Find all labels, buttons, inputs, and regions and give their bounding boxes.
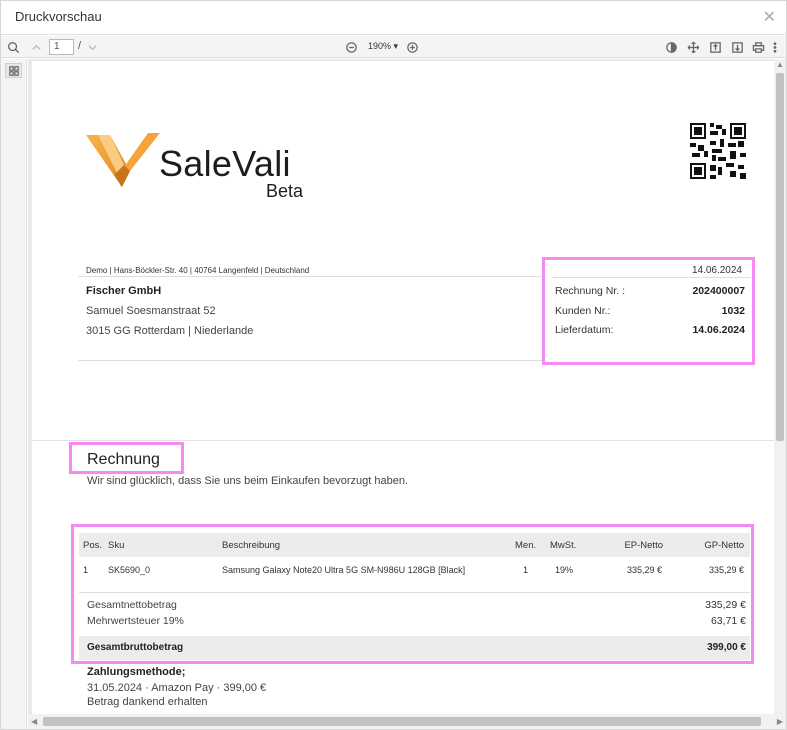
meta-row-invoice-number: Rechnung Nr. : 202400007: [555, 285, 745, 297]
export-upload-icon[interactable]: [708, 39, 722, 55]
recipient-name: Fischer GmbH: [86, 285, 162, 297]
net-total-label: Gesamtnettobetrag: [87, 599, 177, 611]
thumbnails-grid-icon[interactable]: [5, 63, 22, 78]
sender-line: Demo | Hans-Böckler-Str. 40 | 40764 Lang…: [86, 266, 310, 275]
column-header: GP-Netto: [704, 540, 744, 551]
invoice-date: 14.06.2024: [691, 265, 742, 276]
column-header: Men.: [515, 540, 537, 551]
dialog-title: Druckvorschau: [15, 9, 102, 24]
meta-row-delivery-date: Lieferdatum: 14.06.2024: [555, 324, 745, 336]
meta-label: Rechnung Nr. :: [555, 285, 626, 297]
page-number-input[interactable]: 1: [49, 39, 74, 55]
tax-row: Mehrwertsteuer 19% 63,71 €: [87, 615, 746, 627]
cell-position: 1: [83, 565, 89, 575]
download-icon[interactable]: [730, 39, 744, 55]
page-separator: /: [78, 40, 82, 52]
divider: [78, 360, 544, 361]
column-header: Pos.: [83, 540, 103, 551]
cell-sku: SK5690_0: [108, 565, 151, 575]
column-header: Beschreibung: [222, 540, 281, 551]
payment-line: 31.05.2024 · Amazon Pay · 399,00 €: [87, 682, 267, 694]
print-preview-dialog: Druckvorschau ✕ 1 / 190% ▾ SaleVali Beta…: [0, 0, 787, 730]
intro-text: Wir sind glücklich, dass Sie uns beim Ei…: [87, 475, 409, 487]
column-header: EP-Netto: [624, 540, 663, 551]
scroll-right-icon[interactable]: ▶: [777, 717, 783, 726]
next-page-icon[interactable]: [85, 39, 99, 55]
zoom-level-dropdown[interactable]: 190% ▾: [368, 41, 398, 52]
scroll-left-icon[interactable]: ◀: [31, 717, 37, 726]
cell-description: Samsung Galaxy Note20 Ultra 5G SM-N986U …: [222, 565, 466, 575]
print-icon[interactable]: [751, 39, 765, 55]
recipient-street: Samuel Soesmanstraat 52: [86, 305, 216, 317]
tax-value: 63,71 €: [710, 615, 746, 627]
net-total-value: 335,29 €: [705, 599, 746, 611]
fold-mark-line: [32, 440, 774, 441]
table-header: Pos. Sku Beschreibung Men. MwSt. EP-Nett…: [79, 533, 750, 557]
logo-brand: SaleVali: [159, 143, 291, 184]
cell-tax: 19%: [555, 565, 574, 575]
divider: [78, 276, 544, 277]
vertical-scroll-thumb[interactable]: [776, 73, 784, 441]
meta-value: 14.06.2024: [692, 324, 745, 336]
tax-label: Mehrwertsteuer 19%: [87, 615, 184, 627]
zoom-in-icon[interactable]: [405, 39, 419, 55]
invoice-page: SaleVali Beta Demo | Hans-Böckler-Str. 4…: [32, 61, 774, 714]
close-icon[interactable]: ✕: [763, 7, 776, 27]
payment-note: Betrag dankend erhalten: [87, 696, 208, 708]
more-options-icon[interactable]: [771, 39, 779, 55]
recipient-city: 3015 GG Rotterdam | Niederlande: [86, 325, 254, 337]
horizontal-scroll-thumb[interactable]: [43, 717, 761, 726]
move-icon[interactable]: [686, 39, 700, 55]
cell-unit-net: 335,29 €: [626, 565, 662, 575]
column-header: MwSt.: [550, 540, 577, 551]
meta-label: Lieferdatum:: [555, 324, 614, 336]
vertical-scrollbar[interactable]: ▲: [774, 59, 786, 714]
qr-code-image: [690, 123, 746, 179]
payment-heading: Zahlungsmethode;: [87, 666, 186, 678]
logo-tag: Beta: [266, 181, 304, 201]
document-viewport[interactable]: SaleVali Beta Demo | Hans-Böckler-Str. 4…: [28, 59, 774, 714]
salevali-logo-mark: [86, 133, 160, 187]
gross-total-row: Gesamtbruttobetrag 399,00 €: [79, 636, 750, 660]
meta-row-customer-number: Kunden Nr.: 1032: [555, 305, 745, 317]
column-header: Sku: [108, 540, 125, 551]
meta-label: Kunden Nr.:: [555, 305, 611, 317]
net-total-row: Gesamtnettobetrag 335,29 €: [87, 599, 746, 611]
meta-value: 1032: [721, 305, 745, 317]
gross-total-label: Gesamtbruttobetrag: [87, 642, 184, 653]
preview-sidebar: [1, 59, 27, 729]
preview-toolbar: 1 / 190% ▾: [1, 36, 786, 58]
zoom-out-icon[interactable]: [344, 39, 358, 55]
search-icon[interactable]: [6, 39, 20, 55]
cell-quantity: 1: [523, 565, 529, 575]
gross-total-value: 399,00 €: [707, 642, 746, 653]
divider: [79, 592, 750, 593]
scroll-up-icon[interactable]: ▲: [776, 60, 784, 69]
horizontal-scrollbar[interactable]: ◀ ▶: [28, 714, 786, 729]
cell-total-net: 335,29 €: [708, 565, 744, 575]
highlight-toggle-icon[interactable]: [664, 39, 678, 55]
divider: [551, 277, 751, 278]
document-title: Rechnung: [87, 451, 160, 468]
dialog-titlebar: Druckvorschau ✕: [1, 1, 786, 35]
previous-page-icon[interactable]: [29, 39, 43, 55]
table-row: 1 SK5690_0 Samsung Galaxy Note20 Ultra 5…: [79, 558, 750, 582]
meta-value: 202400007: [692, 285, 745, 297]
